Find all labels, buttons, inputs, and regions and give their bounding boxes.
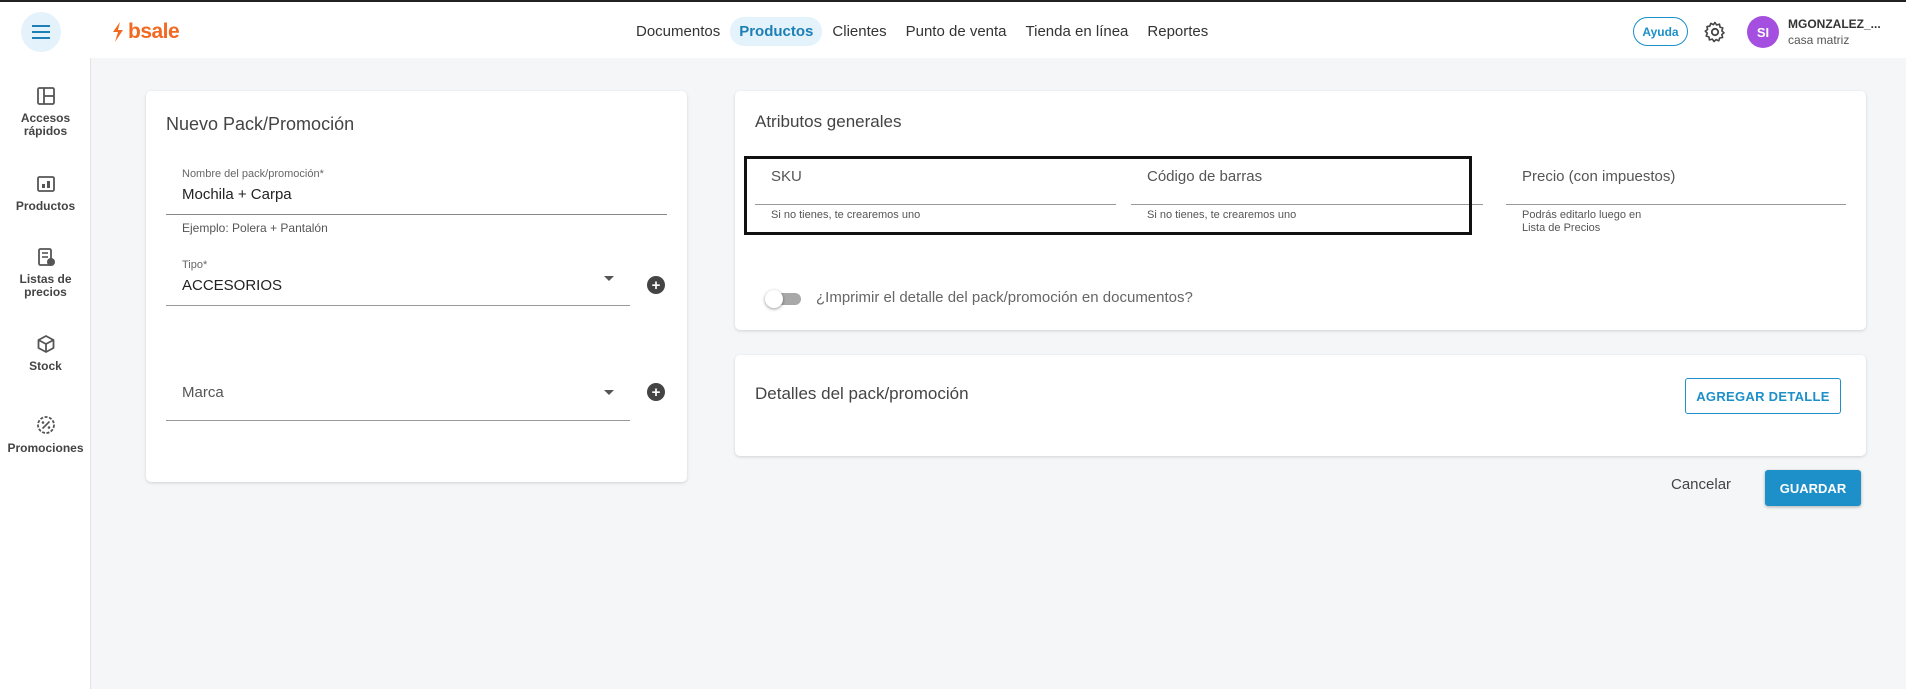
print-detail-toggle[interactable]: [765, 290, 801, 308]
sidebar-item-promociones[interactable]: Promociones: [0, 414, 91, 455]
save-button[interactable]: GUARDAR: [1765, 470, 1861, 506]
type-underline: [166, 305, 630, 306]
sidebar-item-label: Promociones: [7, 441, 84, 455]
sidebar-item-accesos-rapidos[interactable]: Accesos rápidos: [0, 86, 91, 138]
sidebar-item-label: Stock: [29, 359, 62, 373]
type-select[interactable]: ACCESORIOS: [182, 277, 282, 294]
nav-punto-de-venta[interactable]: Punto de venta: [897, 17, 1016, 46]
sidebar-item-listas-de-precios[interactable]: Listas de precios: [0, 247, 91, 299]
box-icon: [37, 335, 54, 353]
chevron-down-icon[interactable]: [604, 390, 614, 395]
price-helper-line1: Podrás editarlo luego en: [1522, 209, 1642, 221]
price-helper-line2: Lista de Precios: [1522, 222, 1601, 234]
layout-icon: [36, 87, 55, 105]
brand-underline: [166, 420, 630, 421]
cancel-button[interactable]: Cancelar: [1671, 476, 1731, 493]
add-detail-button[interactable]: AGREGAR DETALLE: [1685, 378, 1841, 414]
bsale-logo-icon: [113, 22, 123, 42]
products-icon: [36, 176, 55, 192]
avatar[interactable]: SI: [1747, 16, 1779, 48]
toggle-knob: [765, 290, 783, 308]
pack-form-card: Nuevo Pack/Promoción Nombre del pack/pro…: [146, 91, 687, 482]
top-bar: bsale Documentos Productos Clientes Punt…: [0, 0, 1906, 58]
nav-documentos[interactable]: Documentos: [627, 17, 729, 46]
sidebar-item-stock[interactable]: Stock: [0, 334, 91, 373]
pack-name-underline: [166, 214, 667, 215]
pack-form-title: Nuevo Pack/Promoción: [166, 114, 355, 134]
logo-text: bsale: [128, 20, 180, 43]
hamburger-menu-button[interactable]: [21, 12, 61, 52]
nav-productos[interactable]: Productos: [730, 17, 823, 46]
menu-icon: [32, 25, 50, 39]
main-nav: Documentos Productos Clientes Punto de v…: [627, 17, 1218, 46]
gear-icon[interactable]: [1703, 20, 1727, 44]
type-label: Tipo*: [182, 259, 208, 271]
pack-name-label: Nombre del pack/promoción*: [182, 168, 324, 180]
nav-tienda-en-linea[interactable]: Tienda en línea: [1017, 17, 1138, 46]
sidebar-item-productos[interactable]: Productos: [0, 174, 91, 213]
promo-icon: [36, 416, 55, 434]
help-button[interactable]: Ayuda: [1633, 17, 1688, 46]
price-input[interactable]: Precio (con impuestos): [1522, 168, 1675, 185]
user-location: casa matriz: [1788, 33, 1850, 47]
attributes-title: Atributos generales: [755, 112, 902, 131]
sidebar-item-label: Accesos rápidos: [20, 111, 71, 138]
nav-clientes[interactable]: Clientes: [823, 17, 895, 46]
highlight-box: [744, 156, 1472, 235]
pack-name-input[interactable]: Mochila + Carpa: [182, 186, 292, 203]
add-brand-icon[interactable]: +: [647, 383, 665, 401]
bsale-logo[interactable]: bsale: [111, 20, 180, 44]
details-title: Detalles del pack/promoción: [755, 384, 969, 403]
sidebar: Accesos rápidos Productos Listas de prec…: [0, 58, 91, 689]
price-underline: [1506, 204, 1846, 205]
price-list-icon: [37, 248, 55, 266]
brand-select[interactable]: Marca: [182, 384, 224, 401]
chevron-down-icon[interactable]: [604, 276, 614, 281]
nav-reportes[interactable]: Reportes: [1138, 17, 1217, 46]
sidebar-item-label: Listas de precios: [19, 272, 72, 299]
sidebar-item-label: Productos: [15, 199, 76, 213]
print-detail-label: ¿Imprimir el detalle del pack/promoción …: [816, 289, 1193, 306]
user-name[interactable]: MGONZALEZ_...: [1788, 17, 1881, 31]
pack-name-helper: Ejemplo: Polera + Pantalón: [182, 221, 328, 235]
add-type-icon[interactable]: +: [647, 276, 665, 294]
